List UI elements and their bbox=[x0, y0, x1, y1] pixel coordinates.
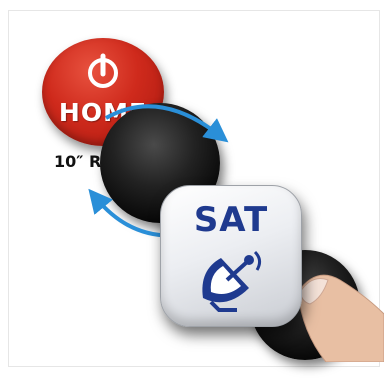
sat-button[interactable]: SAT bbox=[160, 185, 302, 327]
finger-icon bbox=[288, 262, 385, 367]
satellite-dish-icon bbox=[197, 248, 265, 317]
sat-label: SAT bbox=[193, 200, 269, 240]
